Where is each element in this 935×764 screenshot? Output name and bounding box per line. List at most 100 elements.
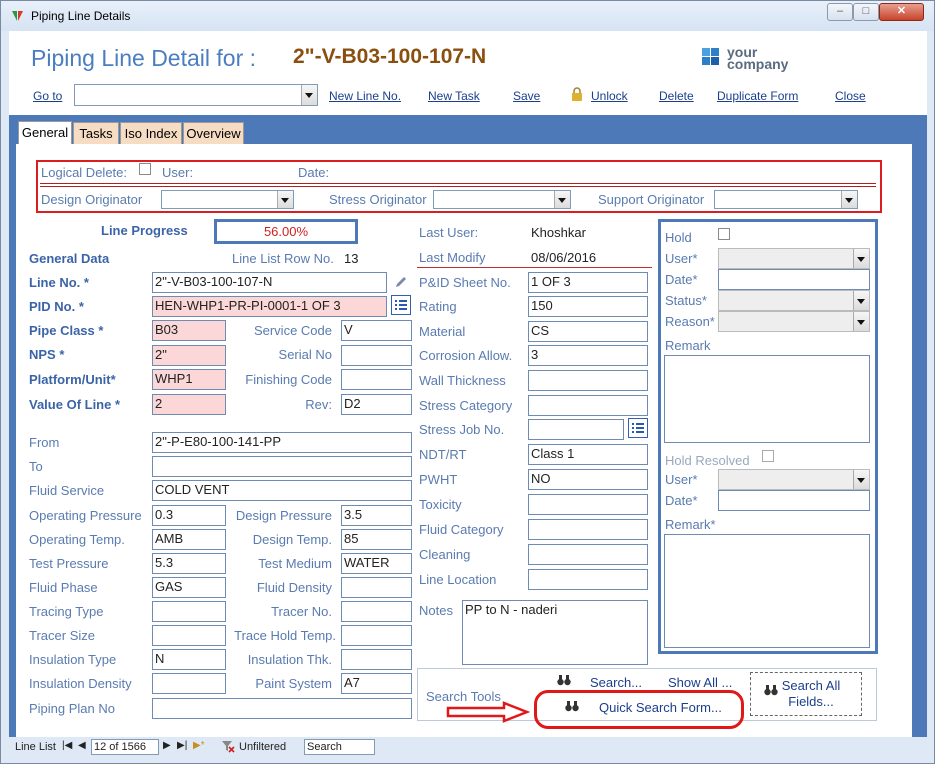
next-record-icon[interactable]: ▶ xyxy=(163,740,171,751)
new-task-button[interactable]: New Task xyxy=(428,89,480,103)
piping-plan-field[interactable] xyxy=(152,698,412,719)
chevron-down-icon[interactable] xyxy=(841,191,857,208)
tab-overview[interactable]: Overview xyxy=(183,122,244,144)
first-record-icon[interactable]: |◀ xyxy=(62,740,72,751)
previous-record-icon[interactable]: ◀ xyxy=(78,740,86,751)
op-temp-label: Operating Temp. xyxy=(29,532,125,547)
line-location-label: Line Location xyxy=(419,572,497,587)
tab-tasks[interactable]: Tasks xyxy=(73,122,119,144)
resolved-date-field[interactable] xyxy=(718,490,870,511)
quick-search-button[interactable]: Quick Search Form... xyxy=(599,700,722,715)
pwht-field[interactable]: NO xyxy=(528,469,648,490)
close-button[interactable]: Close xyxy=(835,89,866,103)
duplicate-form-button[interactable]: Duplicate Form xyxy=(717,89,798,103)
serial-no-field[interactable] xyxy=(341,345,412,366)
platform-field[interactable]: WHP1 xyxy=(152,369,226,390)
stress-originator-select[interactable] xyxy=(433,190,571,209)
hold-date-field[interactable] xyxy=(718,269,870,290)
tab-iso-index[interactable]: Iso Index xyxy=(120,122,182,144)
search-input[interactable]: Search xyxy=(304,739,375,755)
cleaning-field[interactable] xyxy=(528,544,648,565)
to-field[interactable] xyxy=(152,456,412,477)
hold-status-select[interactable] xyxy=(718,290,870,311)
tracer-no-field[interactable] xyxy=(341,601,412,622)
minimize-button[interactable]: – xyxy=(827,3,853,21)
chevron-down-icon[interactable] xyxy=(853,312,869,331)
new-record-icon[interactable]: ▶* xyxy=(193,740,205,751)
chevron-down-icon[interactable] xyxy=(277,191,293,208)
chevron-down-icon[interactable] xyxy=(554,191,570,208)
fluid-density-field[interactable] xyxy=(341,577,412,598)
hold-reason-select[interactable] xyxy=(718,311,870,332)
stress-category-field[interactable] xyxy=(528,395,648,416)
hold-user-select[interactable] xyxy=(718,248,870,269)
show-all-button[interactable]: Show All ... xyxy=(668,675,732,690)
insulation-density-field[interactable] xyxy=(152,673,226,694)
fluid-phase-field[interactable]: GAS xyxy=(152,577,226,598)
tracer-size-field[interactable] xyxy=(152,625,226,646)
paint-system-field[interactable]: A7 xyxy=(341,673,412,694)
resolved-user-select[interactable] xyxy=(718,469,870,490)
toxicity-field[interactable] xyxy=(528,494,648,515)
test-pressure-field[interactable]: 5.3 xyxy=(152,553,226,574)
filter-icon xyxy=(221,739,235,756)
hold-resolved-checkbox[interactable] xyxy=(762,450,774,462)
list-icon[interactable] xyxy=(391,295,411,315)
maximize-button[interactable]: □ xyxy=(853,3,879,21)
notes-field[interactable]: PP to N - naderi xyxy=(462,600,648,665)
design-originator-label: Design Originator xyxy=(41,192,143,207)
tab-general[interactable]: General xyxy=(18,121,72,145)
nps-field[interactable]: 2" xyxy=(152,345,226,366)
goto-combo[interactable] xyxy=(74,84,318,106)
tracing-type-field[interactable] xyxy=(152,601,226,622)
line-no-field[interactable]: 2"-V-B03-100-107-N xyxy=(152,272,387,293)
service-code-field[interactable]: V xyxy=(341,320,412,341)
save-button[interactable]: Save xyxy=(513,89,540,103)
trace-hold-temp-field[interactable] xyxy=(341,625,412,646)
op-pressure-field[interactable]: 0.3 xyxy=(152,505,226,526)
fluid-category-field[interactable] xyxy=(528,519,648,540)
from-field[interactable]: 2"-P-E80-100-141-PP xyxy=(152,432,412,453)
close-window-button[interactable]: ✕ xyxy=(879,3,924,21)
value-of-line-field[interactable]: 2 xyxy=(152,394,226,415)
record-number-field[interactable]: 12 of 1566 xyxy=(91,739,159,755)
logical-delete-checkbox[interactable] xyxy=(139,163,151,175)
op-temp-field[interactable]: AMB xyxy=(152,529,226,550)
design-pressure-field[interactable]: 3.5 xyxy=(341,505,412,526)
design-temp-field[interactable]: 85 xyxy=(341,529,412,550)
finishing-code-field[interactable] xyxy=(341,369,412,390)
material-field[interactable]: CS xyxy=(528,321,648,342)
filter-status[interactable]: Unfiltered xyxy=(239,741,286,753)
ndt-rt-field[interactable]: Class 1 xyxy=(528,444,648,465)
pencil-icon[interactable] xyxy=(394,275,408,292)
design-originator-select[interactable] xyxy=(161,190,294,209)
wall-thickness-field[interactable] xyxy=(528,370,648,391)
insulation-thk-field[interactable] xyxy=(341,649,412,670)
corrosion-field[interactable]: 3 xyxy=(528,345,648,366)
search-button[interactable]: Search... xyxy=(590,675,642,690)
resolved-remark-field[interactable] xyxy=(664,534,870,648)
chevron-down-icon[interactable] xyxy=(853,291,869,310)
test-medium-field[interactable]: WATER xyxy=(341,553,412,574)
support-originator-select[interactable] xyxy=(714,190,858,209)
hold-checkbox[interactable] xyxy=(718,228,730,240)
chevron-down-icon[interactable] xyxy=(301,85,317,105)
fluid-service-field[interactable]: COLD VENT xyxy=(152,480,412,501)
unlock-button[interactable]: Unlock xyxy=(591,89,628,103)
last-record-icon[interactable]: ▶| xyxy=(177,740,187,751)
pid-sheet-field[interactable]: 1 OF 3 xyxy=(528,272,648,293)
delete-button[interactable]: Delete xyxy=(659,89,694,103)
pipe-class-field[interactable]: B03 xyxy=(152,320,226,341)
list-icon[interactable] xyxy=(628,418,648,438)
line-location-field[interactable] xyxy=(528,569,648,590)
hold-remark-field[interactable] xyxy=(664,355,870,443)
stress-job-field[interactable] xyxy=(528,419,624,440)
chevron-down-icon[interactable] xyxy=(853,249,869,268)
rev-field[interactable]: D2 xyxy=(341,394,412,415)
chevron-down-icon[interactable] xyxy=(853,470,869,489)
insulation-type-field[interactable]: N xyxy=(152,649,226,670)
insulation-type-label: Insulation Type xyxy=(29,652,117,667)
pid-no-field[interactable]: HEN-WHP1-PR-PI-0001-1 OF 3 xyxy=(152,296,387,317)
new-line-button[interactable]: New Line No. xyxy=(329,89,401,103)
rating-field[interactable]: 150 xyxy=(528,296,648,317)
